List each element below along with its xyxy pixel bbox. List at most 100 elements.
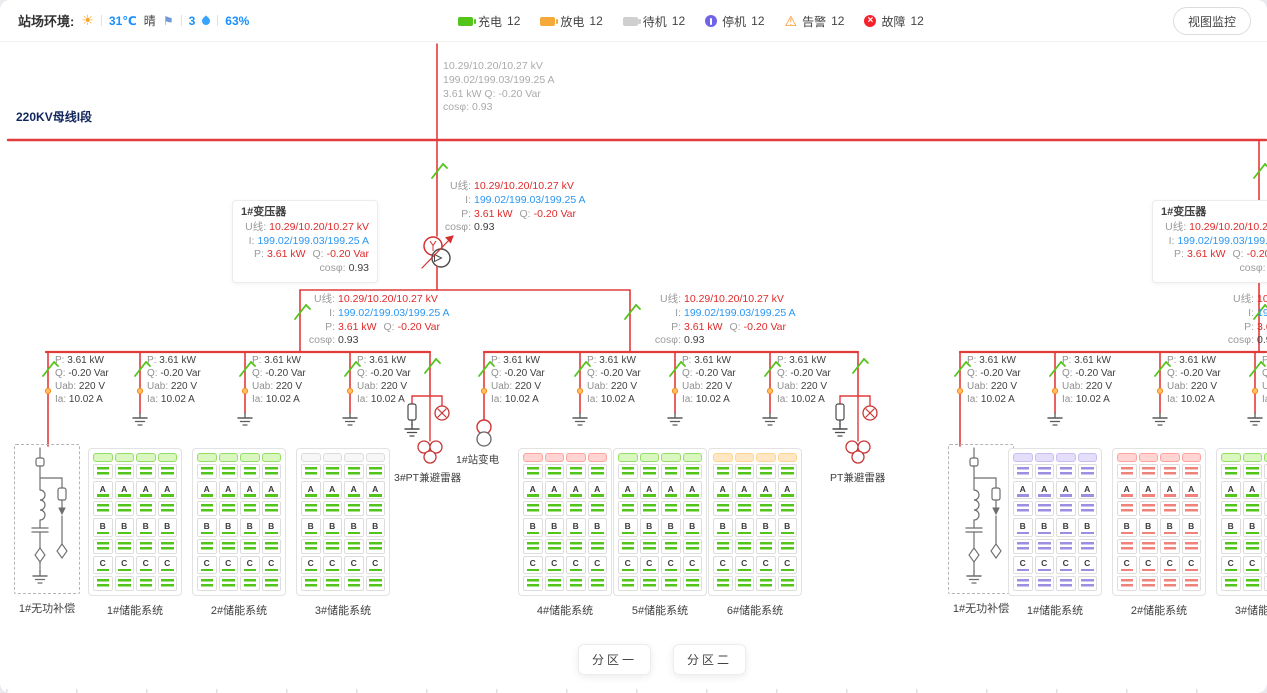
cos-row: cosφ:0.93 bbox=[1161, 262, 1267, 276]
battery-column: ABC bbox=[1221, 453, 1241, 591]
switch-icon[interactable] bbox=[853, 359, 868, 373]
cluster-A-cell: A bbox=[323, 481, 343, 499]
switch-icon[interactable] bbox=[425, 359, 440, 373]
feeder-measurements: P: 3.61 kWQ: -0.20 VarUab: 220 VIa: 10.0… bbox=[147, 354, 201, 406]
battery-cell bbox=[545, 576, 565, 591]
feeder-label: Q: bbox=[491, 368, 502, 379]
legend-item-charge[interactable]: 充电12 bbox=[458, 13, 520, 30]
cluster-A-cell: A bbox=[640, 481, 660, 499]
cluster-B-cell: B bbox=[713, 518, 733, 536]
feeder-value: -0.20 Var bbox=[980, 368, 1020, 379]
legend-item-fault[interactable]: ×故障12 bbox=[864, 13, 923, 30]
battery-cell bbox=[1056, 464, 1076, 479]
measure-label: U线: bbox=[305, 293, 335, 307]
reactive-compensation-left[interactable]: 1#无功补偿 bbox=[14, 444, 80, 616]
battery-column: ABC bbox=[640, 453, 660, 591]
cluster-A-cell: A bbox=[1056, 481, 1076, 499]
cos-value: 0.93 bbox=[349, 262, 369, 276]
feeder-row: Uab: 220 V bbox=[1062, 380, 1116, 393]
incoming-row: 10.29/10.20/10.27 kV bbox=[443, 60, 555, 74]
battery-cell bbox=[778, 576, 798, 591]
storage-system-box[interactable]: ABCABCABCABC bbox=[518, 448, 612, 596]
battery-cell bbox=[136, 501, 156, 516]
cluster-C-cell: C bbox=[240, 556, 260, 574]
status-indicator bbox=[1243, 453, 1263, 462]
cluster-A-cell: A bbox=[197, 481, 217, 499]
feeder-value: -0.20 Var bbox=[68, 368, 108, 379]
feeder-value: 10.02 A bbox=[69, 394, 103, 405]
cluster-A-cell: A bbox=[1182, 481, 1202, 499]
feeder-measurements: P: 3.61 kWQ: -0.20 VarUab: 220 VIa: 10.0… bbox=[55, 354, 109, 406]
measure-label: U线: bbox=[441, 180, 471, 194]
battery-column: ABC bbox=[301, 453, 321, 591]
station-transformer-icon[interactable] bbox=[477, 420, 491, 446]
storage-system-box[interactable]: ABCABCABCABC bbox=[613, 448, 707, 596]
transformer-box-right[interactable]: 1#变压器U线:10.29/10.20/10.27 kVI:199.02/199… bbox=[1152, 200, 1267, 283]
storage-system-box[interactable]: ABCABCABCABC bbox=[1216, 448, 1267, 596]
feeder-label: Ia: bbox=[55, 394, 66, 405]
legend-item-discharge[interactable]: 放电12 bbox=[540, 13, 602, 30]
battery-cell bbox=[618, 539, 638, 554]
ground-icon bbox=[573, 413, 587, 425]
feeder-measurements: P: 3.61 kWQ: -0.20 VarUab: 220 VIa: 10.0… bbox=[252, 354, 306, 406]
status-indicator bbox=[523, 453, 543, 462]
feeder-label: P: bbox=[491, 355, 500, 366]
u-value: 10.29/10.20/10.27 kV bbox=[474, 180, 574, 194]
cluster-C-cell: C bbox=[344, 556, 364, 574]
cluster-B-cell: B bbox=[545, 518, 565, 536]
storage-system-left-1: ABCABCABCABC1#储能系统 bbox=[88, 448, 182, 618]
switch-icon[interactable] bbox=[432, 164, 447, 178]
battery-cell bbox=[756, 464, 776, 479]
legend-item-alarm[interactable]: ⚠告警12 bbox=[785, 13, 845, 30]
cluster-C-cell: C bbox=[136, 556, 156, 574]
battery-column: ABC bbox=[618, 453, 638, 591]
storage-system-box[interactable]: ABCABCABCABC bbox=[1112, 448, 1206, 596]
pq-row: P:3.61 kWQ:-0.20 Var bbox=[241, 248, 369, 262]
feeder-value: 10.02 A bbox=[505, 394, 539, 405]
feeder-row: Q: -0.20 Var bbox=[1167, 367, 1221, 380]
feeder-value: 220 V bbox=[991, 381, 1017, 392]
feeder-row: Q: -0.20 Var bbox=[1262, 367, 1267, 380]
feeder-value: 3.61 kW bbox=[694, 355, 731, 366]
storage-system-box[interactable]: ABCABCABCABC bbox=[192, 448, 286, 596]
feeder-value: 10.02 A bbox=[266, 394, 300, 405]
view-monitor-button[interactable]: 视图监控 bbox=[1173, 7, 1251, 35]
transformer-box-left[interactable]: 1#变压器U线:10.29/10.20/10.27 kVI:199.02/199… bbox=[232, 200, 378, 283]
main-transformer-icon[interactable] bbox=[422, 236, 453, 268]
storage-system-box[interactable]: ABCABCABCABC bbox=[296, 448, 390, 596]
feeder-label: Ia: bbox=[147, 394, 158, 405]
feeder-row: Q: -0.20 Var bbox=[357, 367, 411, 380]
feeder-value: 3.61 kW bbox=[503, 355, 540, 366]
storage-system-box[interactable]: ABCABCABCABC bbox=[88, 448, 182, 596]
battery-cell bbox=[713, 576, 733, 591]
storage-system-box[interactable]: ABCABCABCABC bbox=[1008, 448, 1102, 596]
switch-icon[interactable] bbox=[625, 305, 640, 319]
storage-system-box[interactable]: ABCABCABCABC bbox=[708, 448, 802, 596]
u-value: 10.29/10.20/10.27 kV bbox=[338, 293, 438, 307]
cluster-B-cell: B bbox=[1078, 518, 1098, 536]
battery-cell bbox=[366, 539, 386, 554]
storage-system-mid-2: ABCABCABCABC5#储能系统 bbox=[613, 448, 707, 618]
status-indicator bbox=[778, 453, 798, 462]
feeder-value: 3.61 kW bbox=[599, 355, 636, 366]
zone-button-2[interactable]: 分区二 bbox=[673, 644, 746, 675]
battery-column: ABC bbox=[566, 453, 586, 591]
cluster-A-cell: A bbox=[1013, 481, 1033, 499]
battery-cell bbox=[1182, 539, 1202, 554]
legend-item-shutdown[interactable]: 停机12 bbox=[705, 13, 764, 30]
switch-icon[interactable] bbox=[1254, 164, 1267, 178]
reactive-compensation-right[interactable]: 1#无功补偿 bbox=[948, 444, 1014, 616]
cluster-A-cell: A bbox=[93, 481, 113, 499]
battery-cell bbox=[1221, 501, 1241, 516]
storage-system-right-2: ABCABCABCABC2#储能系统 bbox=[1112, 448, 1206, 618]
battery-cell bbox=[323, 464, 343, 479]
battery-cell bbox=[301, 576, 321, 591]
zone-button-1[interactable]: 分区一 bbox=[578, 644, 651, 675]
legend-item-standby[interactable]: 待机12 bbox=[623, 13, 685, 30]
battery-cell bbox=[661, 576, 681, 591]
feeder-row: Ia: 10.02 A bbox=[252, 393, 306, 406]
feeder-row: Ia: 10.02 A bbox=[491, 393, 545, 406]
status-indicator bbox=[1139, 453, 1159, 462]
status-indicator bbox=[1013, 453, 1033, 462]
battery-cell bbox=[262, 464, 282, 479]
